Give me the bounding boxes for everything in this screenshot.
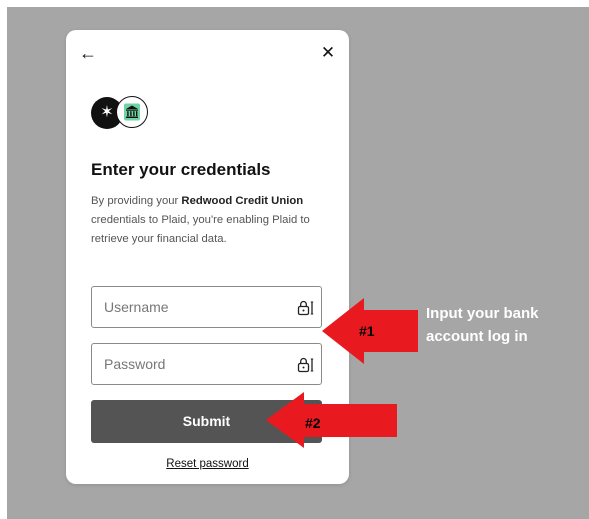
close-icon[interactable]: ✕ [317,42,339,64]
page-title: Enter your credentials [91,160,271,179]
annotation-label-2: #2 [305,415,321,431]
password-manager-lock-icon[interactable] [297,300,315,316]
reset-password-link[interactable]: Reset password [66,458,349,470]
username-field[interactable] [91,286,322,328]
credentials-description: By providing your Redwood Credit Union c… [91,195,310,245]
bank-icon [116,96,148,128]
password-field[interactable] [91,343,322,385]
annotation-label-1: #1 [359,323,375,339]
username-input[interactable] [104,297,274,317]
password-input[interactable] [104,354,274,374]
annotation-arrow-2 [266,392,397,448]
password-manager-lock-icon[interactable] [297,357,315,373]
institution-logos: ✶ [91,96,171,131]
arrow-left-icon[interactable]: ← [77,42,99,64]
institution-name: Redwood Credit Union [181,195,304,207]
annotation-note: Input your bank account log in [426,305,539,345]
